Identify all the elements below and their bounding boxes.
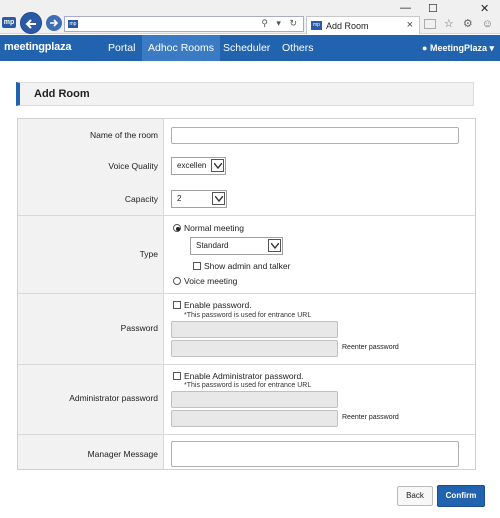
room-name-label: Name of the room <box>89 130 158 140</box>
close-window-button[interactable]: ✕ <box>480 2 489 15</box>
reenter-password-input[interactable] <box>171 340 338 357</box>
meetingplaza-logo[interactable]: meetingplaza <box>4 41 71 53</box>
chevron-down-icon[interactable] <box>268 239 281 252</box>
capacity-label: Capacity <box>124 194 158 204</box>
room-name-input[interactable] <box>171 127 459 144</box>
user-menu[interactable]: ● MeetingPlaza ▾ <box>422 35 494 61</box>
manager-message-textarea[interactable] <box>171 441 459 467</box>
minimize-button[interactable]: — <box>400 2 411 14</box>
voice-quality-select[interactable]: excellen <box>171 157 226 175</box>
radio-icon[interactable] <box>173 277 181 285</box>
show-admin-talker-label: Show admin and talker <box>204 261 291 271</box>
enable-admin-password-label: Enable Administrator password. <box>184 371 304 381</box>
reenter-admin-password-label: Reenter password <box>342 414 399 421</box>
chevron-down-icon[interactable] <box>212 192 225 205</box>
page-header: Add Room <box>16 82 474 106</box>
show-admin-talker-checkbox[interactable]: Show admin and talker <box>193 261 290 271</box>
reenter-admin-password-input[interactable] <box>171 410 338 427</box>
capacity-value: 2 <box>177 194 182 203</box>
browser-chrome: — ☐ ✕ mp mp ⚲ ▾ ↻ mp Add Room × ☆ ⚙ ☺ <box>0 0 500 34</box>
tab-add-room[interactable]: mp Add Room × <box>306 16 420 34</box>
section-divider <box>18 434 475 435</box>
app-navbar: meetingplaza Portal Adhoc Rooms Schedule… <box>0 35 500 61</box>
section-divider <box>18 215 475 216</box>
nav-others[interactable]: Others <box>276 35 320 61</box>
password-label: Password <box>120 323 158 333</box>
nav-adhoc-rooms[interactable]: Adhoc Rooms <box>142 35 220 61</box>
address-bar[interactable]: mp ⚲ ▾ ↻ <box>64 16 304 32</box>
section-divider <box>18 364 475 365</box>
meeting-mode-value: Standard <box>196 241 229 250</box>
reenter-password-label: Reenter password <box>342 344 399 351</box>
capacity-select[interactable]: 2 <box>171 190 227 208</box>
user-menu-label: MeetingPlaza ▾ <box>429 43 494 53</box>
checkbox-icon[interactable] <box>193 262 201 270</box>
add-room-form: Name of the room Voice Quality excellen … <box>17 118 476 470</box>
enable-password-checkbox[interactable]: Enable password. <box>173 300 252 310</box>
enable-password-label: Enable password. <box>184 300 252 310</box>
user-icon: ● <box>422 43 430 53</box>
tab-title: Add Room <box>326 21 369 31</box>
chevron-down-icon[interactable] <box>211 159 224 172</box>
type-label: Type <box>139 249 158 259</box>
voice-quality-label: Voice Quality <box>108 161 158 171</box>
password-note: *This password is used for entrance URL <box>184 312 312 319</box>
password-input[interactable] <box>171 321 338 338</box>
admin-password-label: Administrator password <box>69 393 158 403</box>
app-logo-icon: mp <box>2 17 16 28</box>
admin-password-input[interactable] <box>171 391 338 408</box>
confirm-button[interactable]: Confirm <box>437 485 485 507</box>
nav-scheduler[interactable]: Scheduler <box>217 35 276 61</box>
back-button[interactable]: Back <box>397 486 433 506</box>
maximize-button[interactable]: ☐ <box>428 2 438 15</box>
enable-admin-password-checkbox[interactable]: Enable Administrator password. <box>173 371 304 381</box>
close-tab-icon[interactable]: × <box>407 19 413 31</box>
form-labels-column <box>18 119 164 469</box>
checkbox-icon[interactable] <box>173 301 181 309</box>
voice-quality-value: excellen <box>177 161 207 170</box>
nav-portal[interactable]: Portal <box>102 35 141 61</box>
normal-meeting-label: Normal meeting <box>184 223 244 233</box>
radio-selected-icon[interactable] <box>173 224 181 232</box>
forward-arrow-icon[interactable] <box>46 15 62 31</box>
section-divider <box>18 293 475 294</box>
toolbar-icons[interactable]: ☆ ⚙ ☺ <box>444 17 496 30</box>
address-bar-icons[interactable]: ⚲ ▾ ↻ <box>261 18 300 29</box>
new-tab-button[interactable] <box>424 19 436 29</box>
meeting-mode-select[interactable]: Standard <box>190 237 283 255</box>
tab-favicon-icon: mp <box>311 21 322 30</box>
checkbox-icon[interactable] <box>173 372 181 380</box>
manager-message-label: Manager Message <box>87 449 158 459</box>
back-arrow-icon[interactable] <box>20 12 42 34</box>
voice-meeting-label: Voice meeting <box>184 276 238 286</box>
admin-password-note: *This password is used for entrance URL <box>184 382 312 389</box>
site-icon: mp <box>68 20 78 28</box>
voice-meeting-radio[interactable]: Voice meeting <box>173 276 237 286</box>
normal-meeting-radio[interactable]: Normal meeting <box>173 223 244 233</box>
page-title: Add Room <box>34 88 90 100</box>
